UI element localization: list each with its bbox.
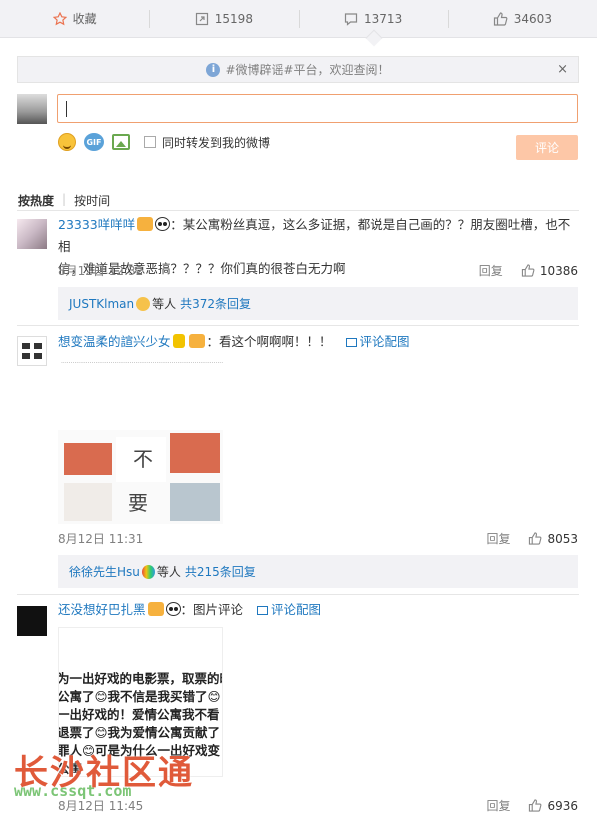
- sub-reply-user[interactable]: JUSTKlman: [69, 297, 134, 311]
- notice-text[interactable]: #微博辟谣#平台，欢迎查阅！: [225, 61, 389, 78]
- repost-count: 15198: [214, 11, 253, 26]
- image-text-line: 为一出好戏的电影票，取票的时: [58, 671, 223, 686]
- commenter-name[interactable]: 想变温柔的諠兴少女: [58, 334, 171, 349]
- weibo-comment-panel: 收藏 15198 13713 34603 i #微博辟谣#平台，欢迎查阅！ × …: [0, 0, 597, 815]
- avatar-pattern: [34, 353, 42, 359]
- commenter-avatar[interactable]: [17, 336, 47, 366]
- sub-reply-mid: 等人: [156, 565, 181, 579]
- comment-body: 还没想好巴扎黑 ：图片评论 评论配图: [58, 599, 578, 621]
- comment-text: ：看这个啊啊啊！！！: [206, 334, 332, 349]
- sub-replies[interactable]: JUSTKlman 等人 共372条回复: [58, 287, 578, 320]
- sub-reply-more[interactable]: 共372条回复: [180, 295, 251, 312]
- comment-picture-link[interactable]: 评论配图: [360, 334, 410, 349]
- sub-reply-user[interactable]: 徐徐先生Hsu: [69, 563, 140, 580]
- comment-picture-link[interactable]: 评论配图: [271, 602, 321, 617]
- avatar-pattern: [22, 353, 30, 359]
- picture-icon: [345, 338, 357, 347]
- comment-input[interactable]: [57, 94, 578, 123]
- comment-meta: 8月12日 11:31 回复 8053: [58, 530, 578, 547]
- thumbs-up-icon: [521, 264, 535, 277]
- action-bar: 收藏 15198 13713 34603: [0, 0, 597, 38]
- comment-like-button[interactable]: 8053: [528, 532, 578, 546]
- like-count: 34603: [513, 11, 552, 26]
- reply-button[interactable]: 回复: [479, 262, 503, 279]
- vip-badge-icon: [188, 334, 205, 348]
- notice-bar: i #微博辟谣#平台，欢迎查阅！ ×: [17, 56, 579, 83]
- image-upload-icon[interactable]: [112, 134, 130, 150]
- comment-body: 想变温柔的諠兴少女 ：看这个啊啊啊！！！ 评论配图: [58, 331, 578, 353]
- reply-button[interactable]: 回复: [486, 530, 510, 547]
- sort-tabs: 按热度 | 按时间: [18, 192, 110, 209]
- image-tile: [64, 483, 112, 521]
- divider: [17, 325, 579, 326]
- sort-by-hot[interactable]: 按热度: [18, 192, 54, 209]
- sort-divider: |: [62, 192, 67, 206]
- vip-badge-icon: [147, 602, 164, 616]
- vip-badge-icon: [137, 217, 154, 231]
- comment-like-button[interactable]: 6936: [528, 799, 578, 813]
- comment-count: 13713: [364, 11, 403, 26]
- picture-icon: [257, 606, 269, 615]
- divider: [17, 210, 579, 211]
- image-tile: [170, 483, 220, 521]
- thumbs-up-icon: [529, 799, 542, 812]
- comment-like-button[interactable]: 10386: [521, 264, 578, 278]
- panda-emoji-icon: [155, 217, 171, 231]
- thumbs-up-icon: [529, 532, 542, 545]
- image-text-line: 公寓了😊我不信是我买错了😊: [58, 689, 221, 704]
- gif-icon[interactable]: GIF: [84, 133, 104, 151]
- text-cursor: [66, 101, 67, 117]
- divider: [17, 594, 579, 595]
- panda-emoji-icon: [165, 602, 181, 616]
- sub-replies[interactable]: 徐徐先生Hsu 等人 共215条回复: [58, 555, 578, 588]
- info-icon: i: [206, 62, 221, 77]
- like-button[interactable]: 34603: [447, 0, 597, 37]
- repost-button[interactable]: 15198: [149, 0, 298, 37]
- repost-checkbox-label[interactable]: 同时转发到我的微博: [162, 134, 270, 151]
- image-text-line: 一出好戏的！爱情公寓我不看: [58, 707, 220, 722]
- sub-reply-more[interactable]: 共215条回复: [185, 563, 256, 580]
- image-char: 不: [133, 447, 153, 471]
- star-icon: [52, 11, 67, 25]
- favorite-button[interactable]: 收藏: [0, 0, 149, 37]
- comment-meta: 8月12日 12:32 回复 10386: [58, 262, 578, 279]
- comment-meta: 8月12日 11:45 回复 6936: [58, 797, 578, 814]
- comment-time: 8月12日 11:31: [58, 532, 144, 546]
- comment-image[interactable]: ········································…: [58, 357, 223, 524]
- repost-icon: [195, 12, 208, 25]
- balloon-badge-icon: [141, 564, 155, 579]
- commenter-avatar[interactable]: [17, 606, 47, 636]
- comment-icon: [344, 12, 358, 26]
- compose-toolbar: GIF 同时转发到我的微博: [58, 133, 270, 151]
- repost-checkbox[interactable]: [144, 136, 156, 148]
- commenter-avatar[interactable]: [17, 219, 47, 249]
- crown-badge-icon: [136, 296, 151, 311]
- avatar-pattern: [34, 343, 42, 349]
- close-icon[interactable]: ×: [557, 62, 568, 77]
- comment-like-count: 6936: [547, 798, 578, 813]
- verified-badge-icon: [172, 334, 185, 348]
- commenter-name[interactable]: 23333咩咩咩: [58, 217, 135, 232]
- image-tile: [64, 443, 112, 475]
- watermark-url: www.cssqt.com: [14, 782, 132, 800]
- comment-time: 8月12日 12:32: [58, 264, 144, 278]
- sort-by-time[interactable]: 按时间: [74, 192, 110, 209]
- image-tile: [170, 433, 220, 473]
- avatar-pattern: [22, 343, 30, 349]
- comment-like-count: 10386: [539, 263, 578, 278]
- my-avatar: [17, 94, 47, 124]
- thumbs-up-icon: [493, 11, 508, 26]
- emoji-icon[interactable]: [58, 133, 76, 151]
- image-note-text: ········································…: [58, 357, 223, 430]
- favorite-label: 收藏: [72, 12, 97, 26]
- submit-comment-button[interactable]: 评论: [516, 135, 578, 160]
- reply-button[interactable]: 回复: [486, 797, 510, 814]
- sub-reply-mid: 等人: [152, 297, 177, 311]
- comment-like-count: 8053: [547, 531, 578, 546]
- image-text-line: 退票了😊我为爱情公寓贡献了: [58, 725, 221, 740]
- commenter-name[interactable]: 还没想好巴扎黑: [58, 602, 146, 617]
- comment-text: ：图片评论: [180, 602, 244, 617]
- image-char: 要: [128, 491, 148, 515]
